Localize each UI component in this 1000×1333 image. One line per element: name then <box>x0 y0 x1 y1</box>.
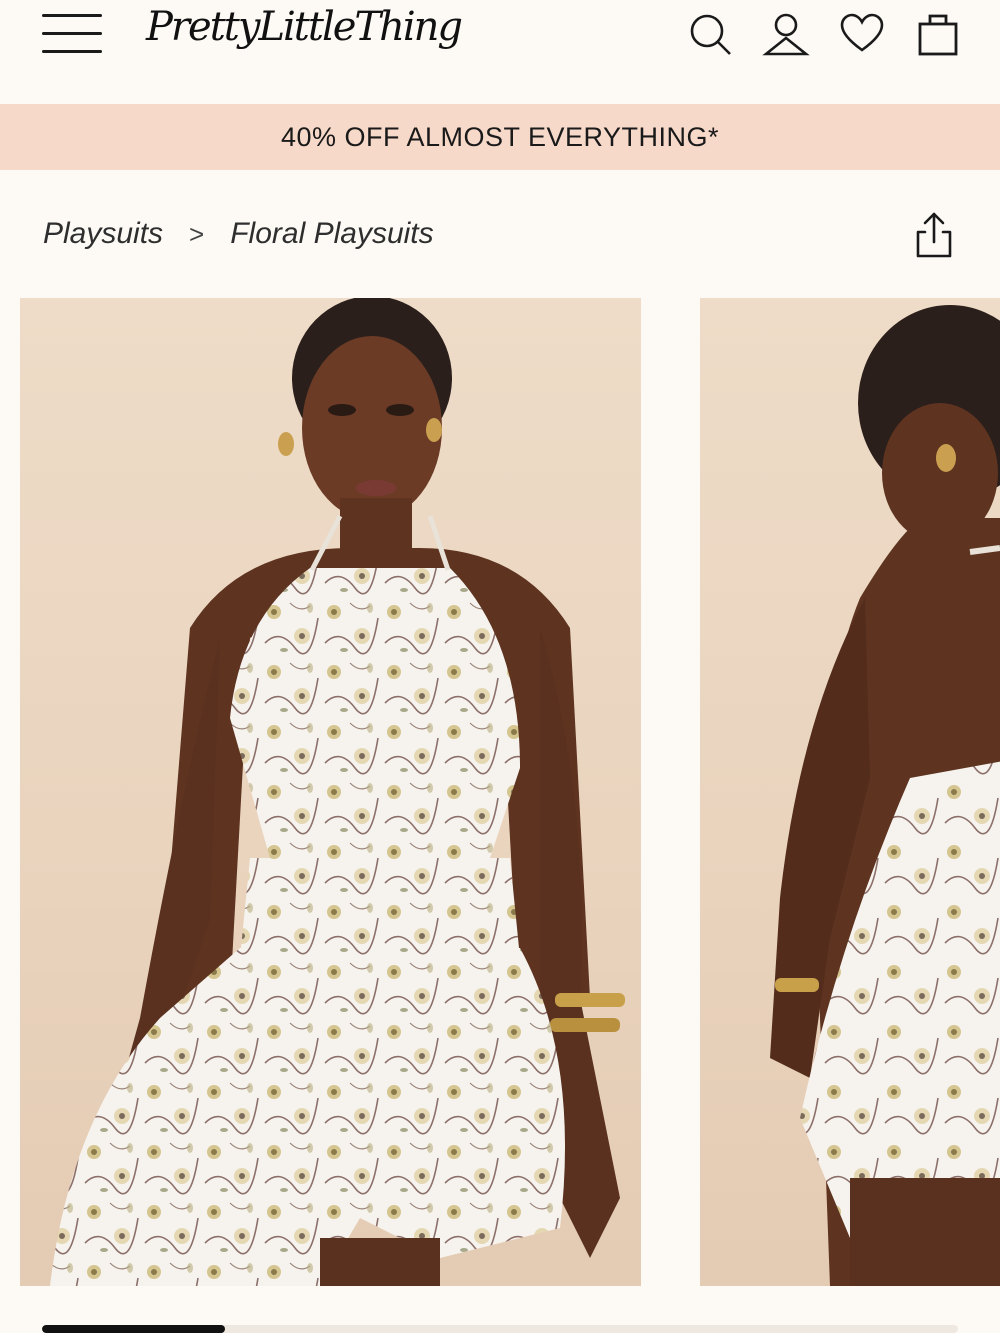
breadcrumb-link-floral-playsuits[interactable]: Floral Playsuits <box>230 217 433 251</box>
bag-icon[interactable] <box>914 10 962 58</box>
brand-logo[interactable]: PrettyLittleThing <box>146 4 463 50</box>
breadcrumb-link-playsuits[interactable]: Playsuits <box>43 217 163 251</box>
promo-banner[interactable]: 40% OFF ALMOST EVERYTHING* <box>0 104 1000 170</box>
model-front-illustration <box>50 298 625 1286</box>
product-image-gallery[interactable] <box>0 298 1000 1286</box>
site-header: PrettyLittleThing <box>0 0 1000 104</box>
share-icon[interactable] <box>910 208 958 262</box>
heart-icon[interactable] <box>838 10 886 58</box>
account-icon[interactable] <box>762 10 810 58</box>
model-back-illustration <box>770 305 1000 1286</box>
product-image-back[interactable] <box>700 298 1000 1286</box>
product-image-front[interactable] <box>20 298 641 1286</box>
breadcrumb-separator: > <box>189 218 205 249</box>
breadcrumb: Playsuits > Floral Playsuits <box>43 214 434 254</box>
search-icon[interactable] <box>686 10 734 58</box>
gallery-progress-fill <box>42 1325 226 1333</box>
gallery-progress-bar <box>42 1325 958 1333</box>
menu-icon[interactable] <box>42 14 102 54</box>
